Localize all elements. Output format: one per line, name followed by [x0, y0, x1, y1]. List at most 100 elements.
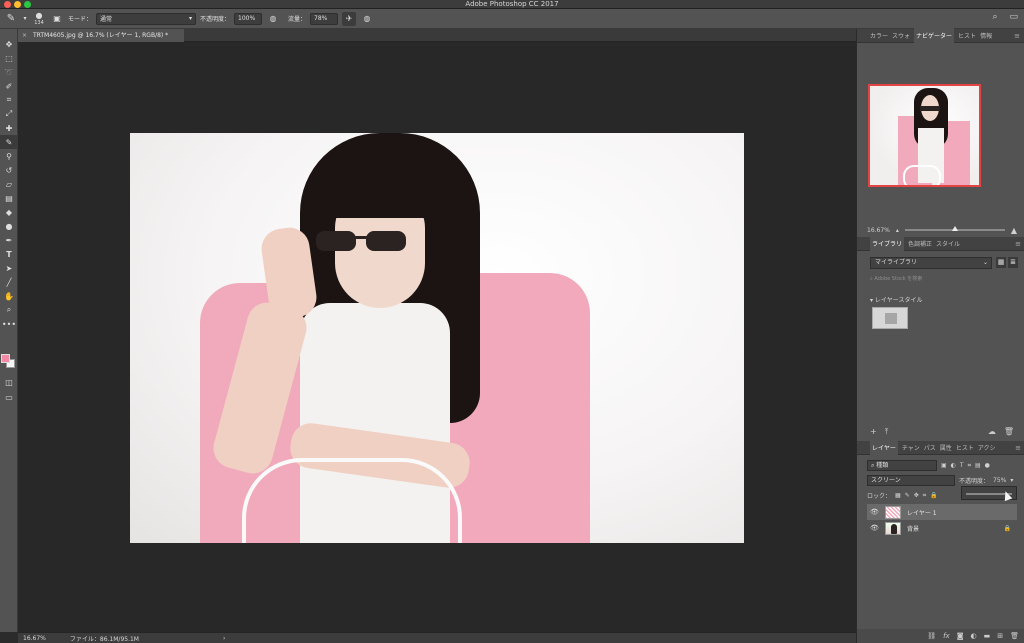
- upload-icon[interactable]: ⤒: [885, 427, 889, 437]
- more-tools-icon[interactable]: •••: [0, 317, 18, 331]
- blend-mode-select[interactable]: スクリーン: [867, 475, 955, 486]
- navigator-preview[interactable]: [868, 84, 981, 187]
- tab-paths[interactable]: パス: [924, 443, 936, 452]
- blur-tool-icon[interactable]: ◆: [0, 205, 18, 219]
- stamp-tool-icon[interactable]: ⚲: [0, 149, 18, 163]
- document-tab[interactable]: × TRTM4605.jpg @ 16.7% (レイヤー 1, RGB/8) *: [18, 29, 184, 42]
- zoom-in-icon[interactable]: ▲: [1011, 226, 1017, 235]
- tab-swatches[interactable]: スウォ: [892, 31, 910, 40]
- brush-panel-toggle-icon[interactable]: ▣: [50, 12, 64, 26]
- smart-filter-icon[interactable]: ▤: [975, 462, 981, 469]
- tab-actions[interactable]: アクシ: [978, 443, 996, 452]
- tab-history[interactable]: ヒスト: [956, 443, 974, 452]
- gradient-tool-icon[interactable]: ▤: [0, 191, 18, 205]
- layer-styles-section-header[interactable]: ▾ レイヤースタイル: [870, 295, 922, 304]
- layer-style-icon[interactable]: fx: [943, 632, 950, 640]
- tab-histogram[interactable]: ヒスト: [958, 31, 976, 40]
- healing-tool-icon[interactable]: ✚: [0, 121, 18, 135]
- stock-search[interactable]: ⌕ Adobe Stock を検索: [870, 275, 922, 282]
- close-icon[interactable]: ×: [22, 32, 27, 39]
- move-tool-icon[interactable]: ✥: [0, 37, 18, 51]
- zoom-out-icon[interactable]: ▴: [896, 227, 899, 234]
- eraser-tool-icon[interactable]: ▱: [0, 177, 18, 191]
- grid-view-icon[interactable]: ▦: [996, 257, 1006, 268]
- search-icon[interactable]: ⌕: [992, 12, 997, 22]
- marquee-tool-icon[interactable]: ⬚: [0, 51, 18, 65]
- navigator-zoom-slider[interactable]: [904, 226, 1005, 231]
- quick-select-tool-icon[interactable]: ✐: [0, 79, 18, 93]
- visibility-eye-icon[interactable]: 👁: [870, 524, 879, 532]
- tab-libraries[interactable]: ライブラリ: [870, 236, 905, 251]
- adjustment-filter-icon[interactable]: ◐: [951, 462, 956, 469]
- shape-filter-icon[interactable]: ⌗: [968, 462, 971, 470]
- panel-menu-icon[interactable]: ≡: [1015, 240, 1021, 248]
- tab-color[interactable]: カラー: [870, 31, 888, 40]
- lock-all-icon[interactable]: 🔒: [930, 492, 937, 499]
- add-mask-icon[interactable]: ◙: [957, 632, 964, 640]
- new-group-icon[interactable]: ▬: [984, 632, 991, 640]
- layer-style-thumbnail[interactable]: [872, 307, 908, 329]
- lock-artboard-icon[interactable]: ⌗: [923, 492, 926, 500]
- airbrush-icon[interactable]: ✈: [342, 11, 357, 26]
- mode-select[interactable]: 通常 ▾: [96, 12, 197, 25]
- lock-transparent-icon[interactable]: ▦: [895, 492, 901, 499]
- trash-icon[interactable]: 🗑: [1010, 632, 1019, 640]
- chevron-down-icon[interactable]: ▾: [22, 12, 28, 26]
- brush-tool-icon[interactable]: ✎: [0, 135, 18, 149]
- list-view-icon[interactable]: ≣: [1008, 257, 1018, 268]
- brush-tool-icon[interactable]: ✎: [4, 12, 18, 26]
- navigator-zoom-value[interactable]: 16.67%: [867, 227, 890, 234]
- trash-icon[interactable]: 🗑: [1004, 427, 1014, 437]
- add-icon[interactable]: +: [870, 427, 877, 437]
- panel-menu-icon[interactable]: ≡: [1015, 444, 1021, 452]
- new-layer-icon[interactable]: ⊞: [997, 632, 1003, 640]
- panel-menu-icon[interactable]: ≡: [1014, 32, 1020, 40]
- status-file-info[interactable]: ファイル：86.1M/95.1M: [70, 634, 139, 643]
- hand-tool-icon[interactable]: ✋: [0, 289, 18, 303]
- tab-styles[interactable]: スタイル: [936, 239, 960, 248]
- type-filter-icon[interactable]: T: [960, 462, 964, 469]
- workspace-icon[interactable]: ▭: [1009, 12, 1018, 22]
- pen-tool-icon[interactable]: ✒: [0, 233, 18, 247]
- flow-field[interactable]: 78%: [310, 12, 339, 25]
- dodge-tool-icon[interactable]: ●: [0, 219, 18, 233]
- layer-row-layer1[interactable]: 👁 レイヤー 1: [867, 504, 1017, 520]
- navigator-zoom-knob[interactable]: [951, 226, 958, 231]
- lock-pixels-icon[interactable]: ✎: [905, 492, 910, 499]
- kind-filter-select[interactable]: ⌕ 種類: [867, 460, 937, 471]
- library-select[interactable]: マイライブラリ ⌄: [870, 257, 992, 269]
- layer-opacity-value[interactable]: 75%: [993, 477, 1006, 484]
- pixel-filter-icon[interactable]: ▣: [941, 462, 947, 469]
- tab-properties[interactable]: 属性: [940, 443, 952, 452]
- path-select-tool-icon[interactable]: ➤: [0, 261, 18, 275]
- status-zoom[interactable]: 16.67%: [23, 635, 46, 642]
- tab-channels[interactable]: チャン: [902, 443, 920, 452]
- cloud-icon[interactable]: ☁: [988, 427, 996, 437]
- canvas-area[interactable]: [18, 42, 856, 632]
- tab-layers[interactable]: レイヤー: [870, 440, 898, 455]
- visibility-eye-icon[interactable]: 👁: [870, 508, 879, 516]
- shape-tool-icon[interactable]: ╱: [0, 275, 18, 289]
- history-brush-tool-icon[interactable]: ↺: [0, 163, 18, 177]
- opacity-field[interactable]: 100%: [234, 12, 263, 25]
- lasso-tool-icon[interactable]: ➰: [0, 65, 18, 79]
- zoom-tool-icon[interactable]: ⌕: [0, 303, 18, 317]
- lock-position-icon[interactable]: ✥: [914, 492, 919, 499]
- chevron-right-icon[interactable]: ›: [223, 635, 225, 642]
- document-image[interactable]: [130, 133, 744, 543]
- layer-name[interactable]: 背景: [907, 524, 919, 533]
- pressure-opacity-icon[interactable]: ◍: [266, 12, 280, 26]
- chevron-down-icon[interactable]: ▾: [1010, 477, 1013, 484]
- screen-mode-icon[interactable]: ▭: [0, 390, 18, 404]
- tab-navigator[interactable]: ナビゲーター: [914, 28, 955, 43]
- crop-tool-icon[interactable]: ⌗: [0, 93, 18, 107]
- quick-mask-icon[interactable]: ◫: [0, 375, 18, 389]
- layer-name[interactable]: レイヤー 1: [907, 508, 937, 517]
- brush-preset-picker[interactable]: ● 134: [32, 11, 46, 26]
- type-tool-icon[interactable]: T: [0, 247, 18, 261]
- adjustment-layer-icon[interactable]: ◐: [971, 632, 977, 640]
- layer-row-background[interactable]: 👁 背景 🔒: [867, 520, 1017, 536]
- tab-info[interactable]: 情報: [980, 31, 992, 40]
- eyedropper-tool-icon[interactable]: ⤢: [0, 107, 18, 121]
- foreground-color-swatch[interactable]: [1, 354, 10, 363]
